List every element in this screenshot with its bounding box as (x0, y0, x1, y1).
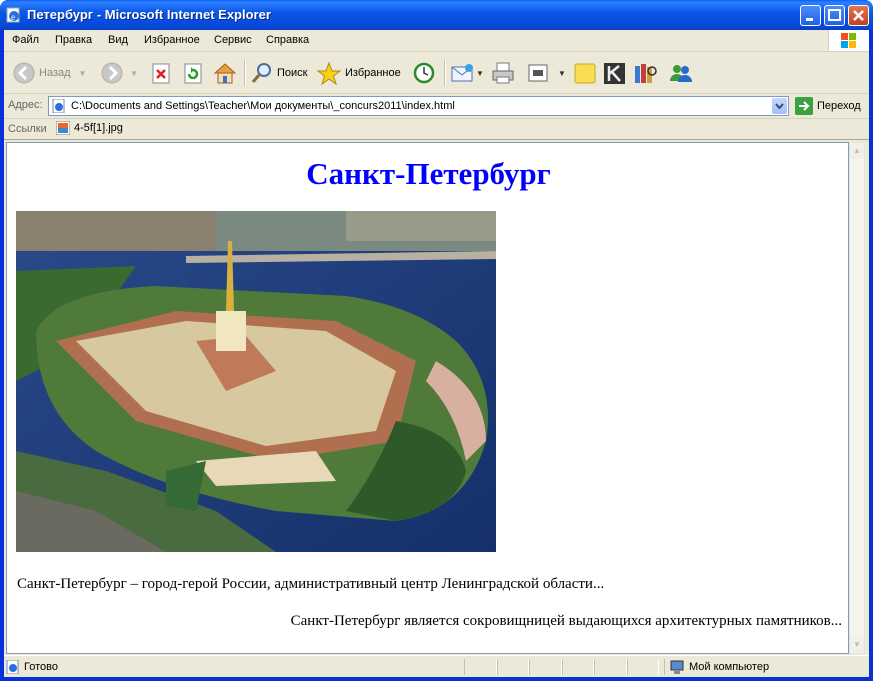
messenger-k-button[interactable] (602, 60, 628, 86)
menu-edit[interactable]: Правка (55, 34, 92, 46)
status-bar: Готово Мой компьютер (4, 655, 869, 678)
browser-frame: Файл Правка Вид Избранное Сервис Справка… (4, 30, 869, 677)
address-bar: Адрес: C:\Documents and Settings\Teacher… (4, 94, 869, 119)
back-label: Назад (39, 67, 71, 79)
edit-button[interactable]: ▼ (526, 60, 566, 86)
ie-icon: e (6, 7, 20, 23)
status-text: Готово (24, 661, 58, 673)
links-bar: Ссылки 4-5f[1].jpg (4, 119, 869, 140)
home-button[interactable] (212, 60, 238, 86)
windows-logo (828, 30, 869, 51)
back-button[interactable]: Назад ▼ (12, 60, 86, 86)
back-dropdown-icon[interactable]: ▼ (79, 69, 87, 78)
page-icon (52, 99, 65, 113)
back-arrow-icon (13, 62, 35, 84)
search-label: Поиск (277, 67, 308, 79)
search-button[interactable]: Поиск (250, 60, 307, 86)
forward-dropdown-icon[interactable]: ▼ (130, 69, 138, 78)
browser-window: e Петербург - Microsoft Internet Explore… (0, 0, 873, 681)
scroll-up-button[interactable]: ▲ (850, 143, 864, 159)
chevron-up-icon: ▲ (853, 146, 861, 155)
minimize-button[interactable] (800, 5, 821, 26)
title-bar[interactable]: e Петербург - Microsoft Internet Explore… (0, 0, 873, 30)
svg-text:e: e (11, 12, 15, 22)
image-file-icon (56, 121, 70, 135)
toolbar: Назад ▼ ▼ Поиск Избранное ▼ ▼ (4, 52, 869, 94)
page-heading: Санкт-Петербург (306, 156, 551, 191)
address-url: C:\Documents and Settings\Teacher\Мои до… (71, 100, 455, 112)
star-icon (316, 61, 342, 85)
k-icon (604, 63, 625, 84)
menu-bar: Файл Правка Вид Избранное Сервис Справка (4, 30, 869, 52)
forward-arrow-icon (101, 62, 123, 84)
computer-icon (670, 660, 684, 674)
vertical-scrollbar[interactable]: ▲ ▼ (849, 142, 865, 654)
go-label: Переход (817, 100, 861, 112)
favorites-button[interactable]: Избранное (316, 60, 401, 86)
refresh-button[interactable] (182, 60, 204, 86)
close-button[interactable] (848, 5, 869, 26)
mail-icon (451, 64, 473, 82)
link-label: 4-5f[1].jpg (74, 122, 123, 134)
go-button[interactable]: Переход (795, 97, 861, 115)
home-icon (213, 63, 237, 84)
maximize-button[interactable] (824, 5, 845, 26)
note-icon (574, 63, 596, 84)
address-label: Адрес: (8, 99, 43, 111)
stop-button[interactable] (150, 60, 172, 86)
toolbar-separator (444, 60, 446, 86)
favorites-label: Избранное (345, 67, 401, 79)
go-arrow-icon (795, 97, 813, 115)
search-icon (251, 63, 271, 83)
messenger-button[interactable] (668, 60, 694, 86)
menu-help[interactable]: Справка (266, 34, 309, 46)
history-button[interactable] (411, 60, 437, 86)
links-label: Ссылки (8, 123, 47, 135)
mail-button[interactable]: ▼ (450, 60, 484, 86)
close-icon (853, 10, 864, 21)
menu-file[interactable]: Файл (12, 34, 39, 46)
print-button[interactable] (490, 60, 516, 86)
stop-icon (152, 63, 170, 84)
page-content: Санкт-Петербург Санкт-Петербург – город-… (6, 142, 849, 654)
chevron-down-icon (775, 103, 784, 110)
edit-document-icon (528, 64, 548, 82)
research-button[interactable] (632, 60, 658, 86)
history-icon (413, 62, 435, 84)
link-item[interactable]: 4-5f[1].jpg (56, 121, 123, 135)
messenger-people-icon (670, 65, 692, 82)
address-input[interactable]: C:\Documents and Settings\Teacher\Мои до… (48, 96, 789, 116)
maximize-icon (828, 9, 841, 21)
window-title: Петербург - Microsoft Internet Explorer (27, 7, 271, 22)
printer-icon (492, 62, 514, 84)
books-icon (635, 64, 657, 83)
scroll-down-button[interactable]: ▼ (850, 637, 864, 653)
security-zone: Мой компьютер (664, 659, 865, 675)
menu-tools[interactable]: Сервис (214, 34, 252, 46)
menu-favorites[interactable]: Избранное (144, 34, 200, 46)
status-panels (464, 659, 659, 675)
page-done-icon (6, 660, 19, 674)
mail-dropdown-icon[interactable]: ▼ (476, 69, 484, 78)
fortress-photo (16, 211, 496, 552)
paragraph-1: Санкт-Петербург – город-герой России, ад… (17, 576, 605, 592)
edit-dropdown-icon[interactable]: ▼ (558, 69, 566, 78)
address-dropdown-button[interactable] (772, 98, 787, 114)
chevron-down-icon: ▼ (853, 640, 861, 649)
discuss-button[interactable] (572, 60, 598, 86)
forward-button[interactable]: ▼ (100, 60, 138, 86)
zone-label: Мой компьютер (689, 661, 770, 673)
menu-view[interactable]: Вид (108, 34, 128, 46)
windows-flag-icon (841, 33, 856, 48)
refresh-icon (184, 63, 202, 84)
toolbar-separator (244, 60, 246, 86)
paragraph-2: Санкт-Петербург является сокровищницей в… (290, 613, 842, 629)
minimize-icon (806, 18, 813, 21)
